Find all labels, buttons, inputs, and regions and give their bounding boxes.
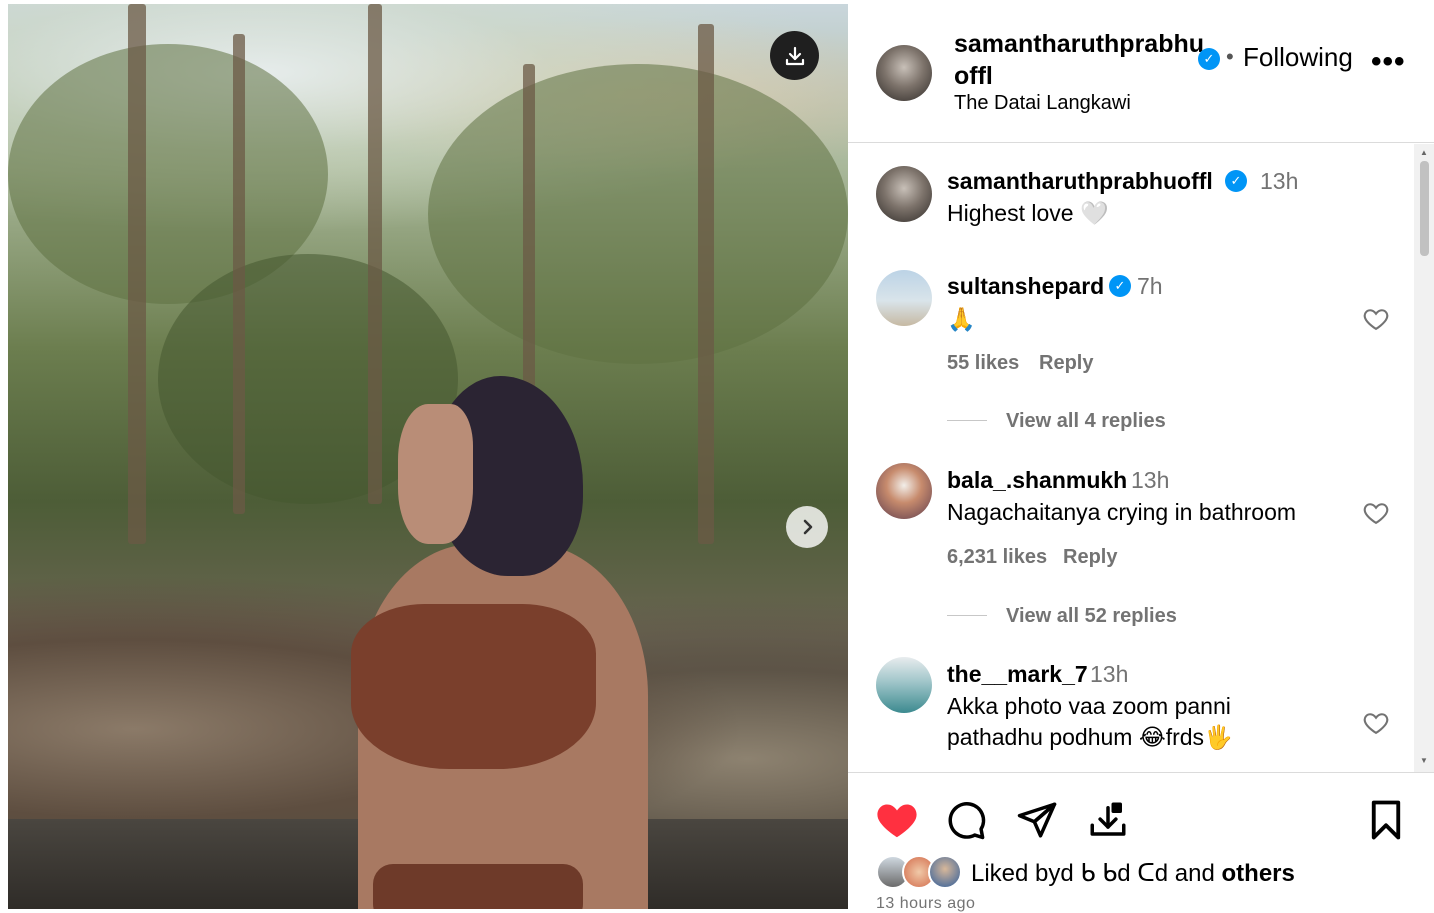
comment-like-icon[interactable] xyxy=(1362,709,1390,737)
comment-avatar[interactable] xyxy=(876,270,932,326)
comment-username[interactable]: samantharuthprabhuoffl xyxy=(947,168,1213,195)
heart-icon[interactable] xyxy=(875,799,919,839)
author-avatar[interactable] xyxy=(876,45,932,101)
photo-tree-trunk xyxy=(128,4,146,544)
replies-divider xyxy=(947,615,987,616)
post-actions-bar: Liked byd ᑲ ᑲd ᑕd and others 13 hours ag… xyxy=(848,772,1434,912)
comment-time[interactable]: 13h xyxy=(1260,168,1298,195)
liked-by-names[interactable]: d ᑲ ᑲd ᑕd xyxy=(1060,860,1168,887)
comment-time[interactable]: 13h xyxy=(1090,661,1128,688)
liked-by-others[interactable]: others xyxy=(1222,860,1295,887)
comment-text: Highest love 🤍 xyxy=(947,200,1109,226)
post-time-ago[interactable]: 13 hours ago xyxy=(876,895,975,913)
liked-by-conjunction: and xyxy=(1174,860,1215,887)
separator-dot: • xyxy=(1226,44,1234,69)
download-button[interactable] xyxy=(770,31,819,80)
liker-avatar xyxy=(928,855,962,889)
comment-like-count[interactable]: 6,231 likes xyxy=(947,546,1047,569)
replies-divider xyxy=(947,420,987,421)
comment-text: 🙏 xyxy=(947,306,976,332)
comment-icon[interactable] xyxy=(945,799,987,841)
next-photo-button[interactable] xyxy=(786,506,828,548)
photo-person-face xyxy=(398,404,473,544)
comments-scrollbar[interactable]: ▲ ▼ xyxy=(1414,144,1434,772)
save-icon[interactable] xyxy=(1087,799,1129,841)
liked-by-avatars[interactable] xyxy=(876,855,966,891)
photo-tree-trunk xyxy=(233,34,245,514)
liked-by-text[interactable]: Liked byd ᑲ ᑲd ᑕd and others xyxy=(971,859,1295,888)
comment-like-icon[interactable] xyxy=(1362,499,1390,527)
photo-person-bottom xyxy=(373,864,583,909)
photo-tree-trunk xyxy=(368,4,382,504)
following-button[interactable]: Following xyxy=(1243,42,1353,73)
post-header: samantharuthprabhu offl ✓ • Following ••… xyxy=(848,0,1434,143)
more-icon[interactable]: ••• xyxy=(1371,47,1406,77)
verified-badge-icon: ✓ xyxy=(1109,275,1131,297)
comment-like-icon[interactable] xyxy=(1362,305,1390,333)
scroll-up-arrow-icon[interactable]: ▲ xyxy=(1420,148,1428,157)
comment-username[interactable]: sultanshepard xyxy=(947,273,1104,300)
comment-avatar[interactable] xyxy=(876,657,932,713)
post-location[interactable]: The Datai Langkawi xyxy=(954,92,1131,115)
view-replies-button[interactable]: View all 4 replies xyxy=(1006,410,1166,433)
comment-username[interactable]: the__mark_7 xyxy=(947,661,1088,688)
verified-badge-icon: ✓ xyxy=(1198,48,1220,70)
comment-reply-button[interactable]: Reply xyxy=(1039,352,1093,375)
photo-foliage xyxy=(428,64,848,364)
liked-by-prefix: Liked by xyxy=(971,860,1061,887)
comment-avatar[interactable] xyxy=(876,166,932,222)
comment-time[interactable]: 13h xyxy=(1131,467,1169,494)
author-username[interactable]: samantharuthprabhu offl xyxy=(954,28,1204,92)
scroll-down-arrow-icon[interactable]: ▼ xyxy=(1420,756,1428,765)
share-icon[interactable] xyxy=(1016,799,1058,841)
chevron-right-icon xyxy=(803,519,813,535)
bookmark-icon[interactable] xyxy=(1367,799,1405,841)
comment-username[interactable]: bala_.shanmukh xyxy=(947,467,1127,494)
post-side-panel: samantharuthprabhu offl ✓ • Following ••… xyxy=(848,0,1434,912)
comment-reply-button[interactable]: Reply xyxy=(1063,546,1117,569)
view-replies-button[interactable]: View all 52 replies xyxy=(1006,605,1177,628)
post-photo[interactable] xyxy=(8,4,848,909)
comments-list: samantharuthprabhuoffl ✓ 13h Highest lov… xyxy=(848,144,1434,772)
photo-tree-trunk xyxy=(698,24,714,544)
download-icon xyxy=(785,46,804,65)
scrollbar-thumb[interactable] xyxy=(1420,161,1429,256)
comment-like-count[interactable]: 55 likes xyxy=(947,352,1019,375)
comment-text-line: pathadhu podhum 😂frds🖐 xyxy=(947,724,1233,750)
comment-avatar[interactable] xyxy=(876,463,932,519)
comment-text: Nagachaitanya crying in bathroom xyxy=(947,499,1297,525)
photo-person-top xyxy=(351,604,596,769)
comment-text-line: Akka photo vaa zoom panni xyxy=(947,693,1231,719)
comment-time[interactable]: 7h xyxy=(1137,273,1163,300)
post-modal: samantharuthprabhu offl ✓ • Following ••… xyxy=(0,0,1434,912)
verified-badge-icon: ✓ xyxy=(1225,170,1247,192)
